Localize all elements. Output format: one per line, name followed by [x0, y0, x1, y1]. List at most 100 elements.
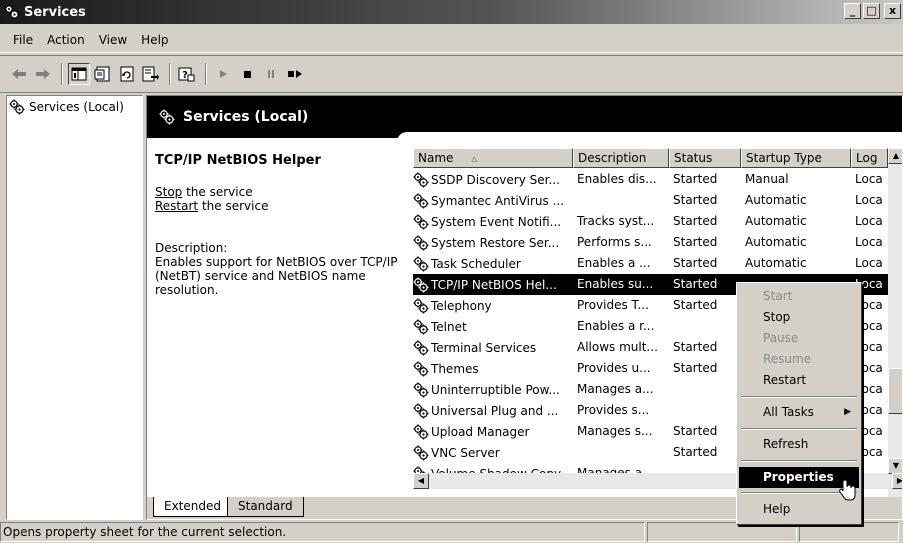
service-desc-cell: Performs s...	[577, 235, 652, 249]
help-icon[interactable]: ?	[176, 63, 198, 85]
services-app-icon	[4, 4, 20, 20]
service-desc-cell: Enables a ...	[577, 256, 651, 270]
service-startup-cell: Automatic	[745, 235, 807, 249]
service-icon	[413, 340, 429, 356]
service-name-text: TCP/IP NetBIOS Hel...	[431, 278, 557, 292]
service-status-cell: Started	[673, 340, 718, 354]
title-bar[interactable]: Services _ □ x	[0, 0, 903, 24]
scroll-down-icon[interactable]: ▼	[888, 458, 902, 474]
export-list-icon[interactable]	[140, 63, 162, 85]
service-desc-cell: Allows mult...	[577, 340, 658, 354]
restart-link-suffix: the service	[198, 199, 269, 213]
service-icon	[413, 361, 429, 377]
column-header-startup-type[interactable]: Startup Type	[741, 148, 851, 168]
tree-pane: Services (Local)	[6, 95, 143, 520]
menu-item-all-tasks[interactable]: All Tasks ▶	[739, 402, 859, 423]
restart-service-link[interactable]: Restart	[155, 199, 198, 213]
service-name-cell: Upload Manager	[413, 424, 575, 440]
tab-standard[interactable]: Standard	[227, 497, 304, 517]
services-icon	[9, 99, 25, 115]
column-header-status[interactable]: Status	[669, 148, 741, 168]
service-icon	[413, 298, 429, 314]
status-text: Opens property sheet for the current sel…	[0, 522, 645, 542]
table-row[interactable]: System Restore Ser... Performs s... Starte…	[413, 232, 888, 253]
service-icon	[413, 424, 429, 440]
service-log-cell: Loca	[855, 214, 883, 228]
menu-help[interactable]: Help	[134, 33, 175, 47]
menu-item-restart[interactable]: Restart	[739, 370, 859, 391]
menu-item-help[interactable]: Help	[739, 499, 859, 520]
scroll-thumb[interactable]	[888, 368, 902, 414]
service-name-text: System Restore Ser...	[431, 236, 560, 250]
service-icon	[413, 193, 429, 209]
service-desc-cell: Manages a...	[577, 382, 654, 396]
menu-file[interactable]: File	[6, 33, 40, 47]
back-icon[interactable]	[8, 63, 30, 85]
status-panel-2	[647, 522, 797, 542]
service-name-text: Themes	[431, 362, 479, 376]
service-name-cell: Universal Plug and ...	[413, 403, 575, 419]
menu-item-start: Start	[763, 289, 793, 303]
service-desc-cell: Enables a r...	[577, 319, 655, 333]
service-name-cell: Task Scheduler	[413, 256, 575, 272]
service-desc-cell: Enables dis...	[577, 172, 657, 186]
stop-service-icon[interactable]	[236, 63, 258, 85]
service-icon	[413, 235, 429, 251]
minimize-button[interactable]: _	[844, 3, 861, 19]
show-hide-tree-icon[interactable]	[68, 63, 90, 85]
table-row[interactable]: System Event Notifi... Tracks syst... Star…	[413, 211, 888, 232]
window-title: Services	[24, 4, 86, 20]
service-icon	[413, 319, 429, 335]
forward-icon[interactable]	[32, 63, 54, 85]
toolbar-separator	[61, 63, 63, 85]
refresh-icon[interactable]	[116, 63, 138, 85]
restart-service-icon[interactable]	[284, 63, 306, 85]
tree-item-label: Services (Local)	[29, 100, 124, 114]
menu-view[interactable]: View	[92, 33, 134, 47]
pause-service-icon[interactable]	[260, 63, 282, 85]
service-status-cell: Started	[673, 445, 718, 459]
tree-item-services-local[interactable]: Services (Local)	[7, 96, 142, 118]
close-button[interactable]: x	[884, 3, 901, 19]
service-desc-cell: Enables su...	[577, 277, 654, 291]
table-row[interactable]: Symantec AntiVirus ... Started Automatic Lo…	[413, 190, 888, 211]
service-log-cell: Loca	[855, 235, 883, 249]
column-header-name[interactable]: Name ▵	[413, 148, 573, 168]
maximize-button[interactable]: □	[863, 3, 880, 19]
service-status-cell: Started	[673, 235, 718, 249]
service-name-text: System Event Notifi...	[431, 215, 562, 229]
stop-service-link[interactable]: Stop	[155, 185, 182, 199]
service-status-cell: Started	[673, 214, 718, 228]
service-desc-cell: Provides T...	[577, 298, 649, 312]
menu-item-stop[interactable]: Stop	[739, 307, 859, 328]
column-header-description[interactable]: Description	[573, 148, 669, 168]
service-name-text: VNC Server	[431, 446, 500, 460]
service-desc-cell: Provides u...	[577, 361, 651, 375]
menu-item-resume: Resume	[763, 352, 812, 366]
menu-action[interactable]: Action	[40, 33, 92, 47]
service-name-cell: SSDP Discovery Ser...	[413, 172, 575, 188]
tab-extended[interactable]: Extended	[153, 497, 232, 517]
column-header-log-on-as[interactable]: Log	[851, 148, 888, 168]
scroll-left-icon[interactable]: ◀	[413, 473, 429, 489]
menu-item-refresh[interactable]: Refresh	[739, 434, 859, 455]
service-name-text: Uninterruptible Pow...	[431, 383, 560, 397]
vertical-scrollbar[interactable]: ▲ ▼	[888, 148, 902, 498]
description-label: Description:	[155, 241, 228, 255]
service-name-cell: Terminal Services	[413, 340, 575, 356]
service-desc-cell: Tracks syst...	[577, 214, 655, 228]
service-description-panel: TCP/IP NetBIOS Helper Stop the service R…	[155, 154, 407, 298]
scroll-up-icon[interactable]: ▲	[888, 148, 902, 164]
table-row[interactable]: SSDP Discovery Ser... Enables dis... Start…	[413, 169, 888, 190]
scroll-right-icon[interactable]: ▶	[892, 473, 902, 489]
service-name-text: Symantec AntiVirus ...	[431, 194, 565, 208]
properties-icon[interactable]	[92, 63, 114, 85]
start-service-icon[interactable]	[212, 63, 234, 85]
service-name-cell: Themes	[413, 361, 575, 377]
service-log-cell: Loca	[855, 256, 883, 270]
service-name-cell: System Restore Ser...	[413, 235, 575, 251]
service-name-cell: TCP/IP NetBIOS Hel...	[413, 277, 575, 293]
submenu-arrow-icon: ▶	[844, 407, 851, 417]
table-row[interactable]: Task Scheduler Enables a ... Started Automa…	[413, 253, 888, 274]
service-name-text: Terminal Services	[431, 341, 537, 355]
